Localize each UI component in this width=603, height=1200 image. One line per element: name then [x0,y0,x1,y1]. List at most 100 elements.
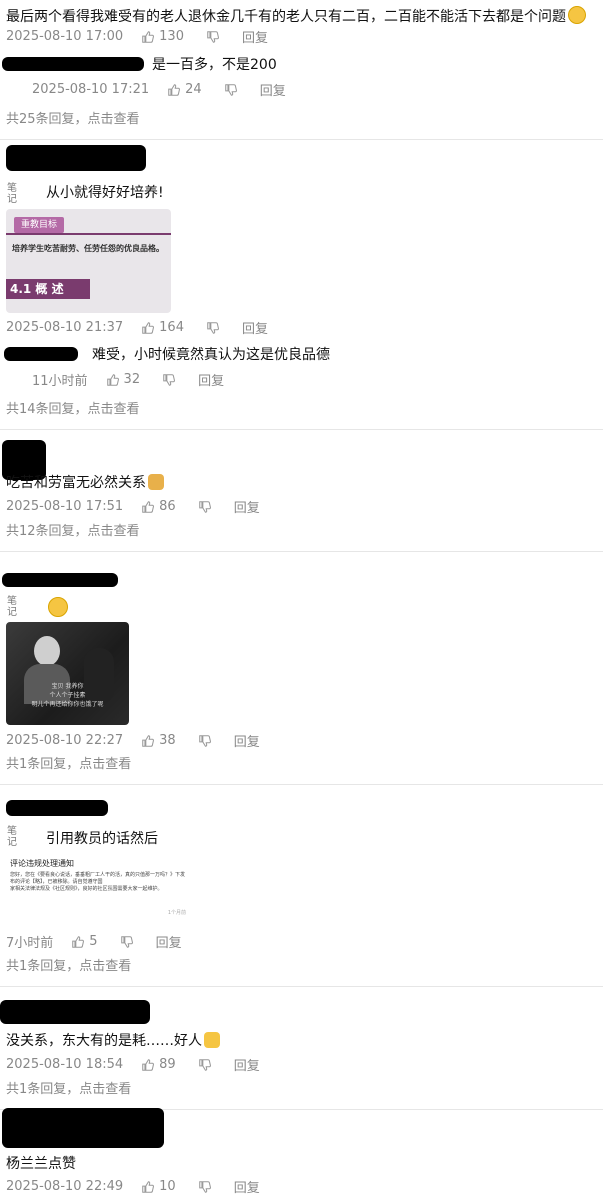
dislike-button[interactable] [198,734,212,748]
dislike-button[interactable] [198,500,212,514]
reply-button[interactable]: 回复 [234,731,260,750]
reply-button[interactable]: 回复 [156,932,182,951]
comment-meta: 2025-08-10 17:51 86 回复 [6,497,260,516]
reply-button[interactable]: 回复 [234,1177,260,1196]
like-button[interactable]: 164 [141,320,184,335]
like-button[interactable]: 24 [167,82,202,97]
comment-date: 2025-08-10 22:27 [6,733,124,748]
like-count: 5 [89,934,98,949]
comment-meta: 2025-08-10 18:54 89 回复 [6,1055,260,1074]
image-body: 您好，您在《要看良心说话，垂垂粗厂工人干的活，真的只值那一万吗？》下发布的评论【… [10,872,186,892]
thumb-down-icon [198,1180,212,1194]
view-replies-link[interactable]: 共14条回复，点击查看 [6,398,140,417]
comment-date: 2025-08-10 18:54 [6,1057,124,1072]
reply-button[interactable]: 回复 [242,318,268,337]
thumb-up-icon [167,83,181,97]
comment-meta: 2025-08-10 21:37 164 回复 [6,318,268,337]
thumb-down-icon [120,935,134,949]
like-button[interactable]: 89 [141,1057,176,1072]
comment-text: 从小就得好好培养! [46,185,164,201]
divider [0,551,603,552]
reply-button[interactable]: 回复 [260,80,286,99]
shocked-face-emoji [48,597,68,617]
thumb-down-icon [198,500,212,514]
comment-meta: 7小时前 5 回复 [6,932,182,951]
comment-text: 最后两个看得我难受有的老人退休金几千有的老人只有二百，二百能不能活下去都是个问题 [6,6,586,27]
like-button[interactable]: 38 [141,733,176,748]
thumb-up-icon [141,1180,155,1194]
thumb-up-icon [71,935,85,949]
thumb-up-icon [141,500,155,514]
like-count: 32 [123,372,141,387]
comment-text: 杨兰兰点赞 [6,1156,76,1172]
reply-button[interactable]: 回复 [198,370,224,389]
divider [0,784,603,785]
comment-meta: 2025-08-10 22:49 10 回复 [6,1177,260,1196]
like-button[interactable]: 10 [141,1179,176,1194]
divider [0,139,603,140]
dislike-button[interactable] [224,83,238,97]
like-count: 89 [159,1057,176,1072]
reply-button[interactable]: 回复 [234,1055,260,1074]
redacted-username [0,1000,150,1024]
comment-date: 2025-08-10 22:49 [6,1179,124,1194]
like-button[interactable]: 86 [141,499,176,514]
reply-button[interactable]: 回复 [242,27,268,46]
dislike-button[interactable] [206,321,220,335]
like-count: 130 [159,29,184,44]
comment-image[interactable]: 宝贝 我养你 个人个子挂素 明儿个再还给你你也饿了呢 [6,622,129,725]
thumb-down-icon [206,30,220,44]
image-title: 评论违规处理通知 [10,859,74,868]
comment-text [46,597,68,618]
thumb-up-icon [141,734,155,748]
like-button[interactable]: 32 [106,372,141,387]
image-line: 培养学生吃苦耐劳、任劳任怨的优良品格。 [12,244,164,253]
comment-text: 引用教员的话然后 [46,831,158,847]
comment-meta: 2025-08-10 17:00 130 回复 [6,27,268,46]
dislike-button[interactable] [120,935,134,949]
comment-date: 7小时前 [6,936,54,951]
like-button[interactable]: 130 [141,29,184,44]
redacted-username [4,347,78,361]
image-subtitle: 宝贝 我养你 个人个子挂素 明儿个再还给你你也饿了呢 [31,683,104,708]
thumb-up-icon [141,321,155,335]
redacted-username [2,57,144,71]
like-count: 86 [159,499,176,514]
reply-text: 是一百多，不是200 [152,57,277,73]
view-replies-link[interactable]: 共1条回复，点击查看 [6,955,131,974]
comment-date: 2025-08-10 17:00 [6,29,124,44]
thumb-down-icon [198,734,212,748]
like-count: 24 [185,82,202,97]
comment-date: 2025-08-10 17:51 [6,499,124,514]
dislike-button[interactable] [162,373,176,387]
redacted-username [2,573,118,587]
thumb-down-icon [206,321,220,335]
view-replies-link[interactable]: 共12条回复，点击查看 [6,520,140,539]
dislike-button[interactable] [198,1058,212,1072]
thumb-down-icon [198,1058,212,1072]
image-section: 4.1 概 述 [6,279,90,299]
divider [0,429,603,430]
reply-date: 2025-08-10 17:21 [32,82,150,97]
reply-meta: 11小时前 32 回复 [32,370,224,389]
thumb-down-icon [224,83,238,97]
view-replies-link[interactable]: 共25条回复，点击查看 [6,108,140,127]
comment-text: 没关系，东大有的是耗……好人 [6,1031,220,1051]
like-button[interactable]: 5 [71,934,98,949]
note-badge-icon: 笔记 [7,826,17,848]
image-footer: 1个月前 [167,910,186,916]
view-replies-link[interactable]: 共1条回复，点击查看 [6,1078,131,1097]
dog-face-emoji [148,474,164,490]
dislike-button[interactable] [198,1180,212,1194]
comment-text: 吃苦和劳富无必然关系 [6,473,164,493]
like-count: 38 [159,733,176,748]
reply-button[interactable]: 回复 [234,497,260,516]
view-replies-link[interactable]: 共1条回复，点击查看 [6,753,131,772]
dislike-button[interactable] [206,30,220,44]
comment-image[interactable]: 重教目标 培养学生吃苦耐劳、任劳任怨的优良品格。 4.1 概 述 [6,209,171,313]
comment-image[interactable]: 评论违规处理通知 您好，您在《要看良心说话，垂垂粗厂工人干的活，真的只值那一万吗… [6,855,190,919]
note-badge-icon: 笔记 [7,183,17,205]
redacted-username [6,145,146,171]
reply-meta: 2025-08-10 17:21 24 回复 [32,80,286,99]
redacted-username [2,1108,164,1148]
